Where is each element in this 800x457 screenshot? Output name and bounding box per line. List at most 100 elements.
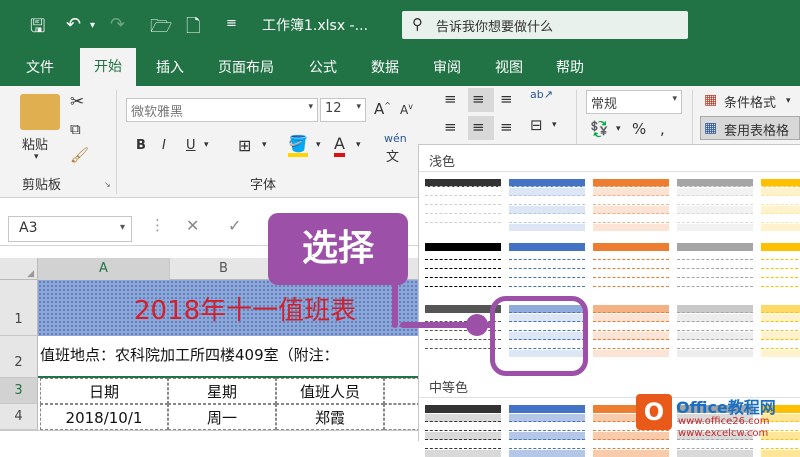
merge-center-icon[interactable]: ⊟ [530, 116, 543, 134]
percent-button[interactable]: % [632, 120, 646, 138]
paste-icon[interactable] [20, 94, 60, 130]
fill-dropdown-icon[interactable]: ▾ [316, 140, 321, 150]
currency-icon[interactable]: 💱 [590, 120, 609, 138]
tab-data[interactable]: 数据 [371, 57, 399, 77]
orientation-icon[interactable]: ab↗ [530, 88, 553, 101]
header-cell-weekday[interactable]: 星期 [168, 378, 276, 404]
currency-dropdown-icon[interactable]: ▾ [616, 124, 621, 134]
table-style-option[interactable] [509, 179, 585, 231]
table-style-option[interactable] [425, 243, 501, 295]
name-box[interactable]: A3 ▾ [8, 216, 132, 242]
table-style-option[interactable] [593, 179, 669, 231]
conditional-format-icon[interactable]: ▦ [704, 92, 717, 108]
tab-insert[interactable]: 插入 [156, 57, 184, 77]
table-style-option[interactable] [593, 305, 669, 357]
tab-formulas[interactable]: 公式 [309, 57, 337, 77]
align-top-icon[interactable]: ≡ [444, 90, 457, 108]
decrease-font-icon[interactable]: Av [400, 102, 413, 117]
font-name-value: 微软雅黑 [131, 105, 184, 120]
header-cell-date[interactable]: 日期 [40, 378, 168, 404]
row-header-3[interactable]: 3 [0, 378, 38, 404]
undo-icon[interactable]: ↶ [66, 14, 81, 35]
align-bottom-icon[interactable]: ≡ [500, 90, 513, 108]
customize-qat-icon[interactable]: ≡ [226, 16, 237, 31]
group-divider [116, 90, 117, 194]
table-style-option[interactable] [677, 179, 753, 231]
selected-style-highlight [490, 296, 588, 376]
underline-button[interactable]: U [186, 138, 196, 153]
row-header-1[interactable]: 1 [0, 280, 38, 336]
cancel-entry-icon[interactable]: ✕ [186, 216, 199, 235]
phonetic-char-icon: 文 [386, 150, 400, 165]
tell-me-box[interactable]: ⚲ 告诉我你想要做什么 [402, 11, 688, 39]
bold-button[interactable]: B [136, 138, 146, 153]
header-cell-staff[interactable]: 值班人员 [276, 378, 384, 404]
column-header-a[interactable]: A [38, 258, 170, 280]
comma-icon[interactable]: , [660, 120, 665, 138]
tab-view[interactable]: 视图 [495, 57, 523, 77]
data-cell-extra[interactable] [384, 404, 420, 430]
border-icon[interactable]: ⊞ [238, 136, 251, 155]
font-name-select[interactable]: 微软雅黑 ▾ [126, 98, 318, 122]
font-color-dropdown-icon[interactable]: ▾ [356, 140, 361, 150]
merge-dropdown-icon[interactable]: ▾ [552, 120, 557, 130]
table-style-option[interactable] [677, 243, 753, 295]
font-group-label: 字体 [250, 178, 277, 193]
fill-color-icon[interactable]: 🪣 [288, 134, 308, 157]
tab-file[interactable]: 文件 [26, 57, 54, 77]
underline-dropdown-icon[interactable]: ▾ [204, 140, 209, 150]
row-header-2[interactable]: 2 [0, 336, 38, 378]
undo-dropdown-icon[interactable]: ▾ [90, 20, 95, 31]
open-folder-icon[interactable]: 🗁 [150, 14, 172, 44]
ribbon-tabs: 文件 开始 插入 页面布局 公式 数据 审阅 视图 帮助 [0, 48, 800, 86]
data-cell-staff[interactable]: 郑霞 [276, 404, 384, 430]
tab-home[interactable]: 开始 [80, 48, 136, 86]
column-header-b[interactable]: B [170, 258, 278, 280]
table-style-option[interactable] [677, 305, 753, 357]
font-size-select[interactable]: 12 ▾ [320, 98, 366, 122]
conditional-format-button[interactable]: 条件格式 [724, 92, 776, 111]
font-color-icon[interactable]: A [334, 134, 345, 157]
location-cell[interactable]: 值班地点：农科院加工所四楼409室（附注： [40, 344, 339, 365]
tab-help[interactable]: 帮助 [556, 57, 584, 77]
phonetic-guide-icon[interactable]: wén [384, 132, 407, 145]
save-icon[interactable]: 🖫 [30, 14, 45, 44]
table-style-option[interactable] [509, 405, 585, 457]
header-cell-extra[interactable] [384, 378, 420, 404]
data-cell-weekday[interactable]: 周一 [168, 404, 276, 430]
italic-button[interactable]: I [162, 138, 166, 153]
name-box-value: A3 [19, 220, 38, 236]
paste-dropdown-icon[interactable]: ▾ [34, 152, 39, 162]
table-style-option[interactable] [761, 243, 800, 295]
tab-page-layout[interactable]: 页面布局 [218, 57, 274, 77]
table-style-option[interactable] [425, 405, 501, 457]
new-file-icon[interactable]: 🗋 [186, 14, 200, 44]
table-style-option[interactable] [425, 179, 501, 231]
data-cell-date[interactable]: 2018/10/1 [40, 404, 168, 430]
confirm-entry-icon[interactable]: ✓ [228, 216, 241, 235]
clipboard-group-label: 剪贴板 [22, 178, 62, 193]
border-dropdown-icon[interactable]: ▾ [262, 140, 267, 150]
title-cell[interactable]: 2018年十一值班表 [38, 280, 420, 336]
increase-font-icon[interactable]: A^ [374, 100, 391, 118]
tab-review[interactable]: 审阅 [433, 57, 461, 77]
paste-button[interactable]: 粘贴 [22, 134, 48, 153]
align-right-icon[interactable]: ≡ [500, 118, 513, 136]
table-style-option[interactable] [761, 305, 800, 357]
table-style-option[interactable] [761, 179, 800, 231]
copy-icon[interactable]: ⧉ [70, 120, 81, 138]
conditional-format-dropdown-icon[interactable]: ▾ [786, 96, 791, 106]
chevron-down-icon: ▾ [672, 94, 677, 104]
redo-icon[interactable]: ↷ [110, 14, 125, 35]
office-logo-icon: O [636, 394, 672, 430]
table-style-option[interactable] [509, 243, 585, 295]
table-style-option[interactable] [593, 243, 669, 295]
search-icon: ⚲ [412, 15, 423, 33]
cut-icon[interactable]: ✂ [70, 92, 84, 112]
number-format-select[interactable]: 常规 ▾ [586, 90, 682, 114]
clipboard-launcher-icon[interactable]: ↘ [104, 180, 111, 189]
align-left-icon[interactable]: ≡ [444, 118, 457, 136]
row-header-4[interactable]: 4 [0, 404, 38, 430]
select-all-corner[interactable]: ◢ [0, 258, 38, 280]
format-painter-icon[interactable]: 🖌 [70, 146, 89, 164]
